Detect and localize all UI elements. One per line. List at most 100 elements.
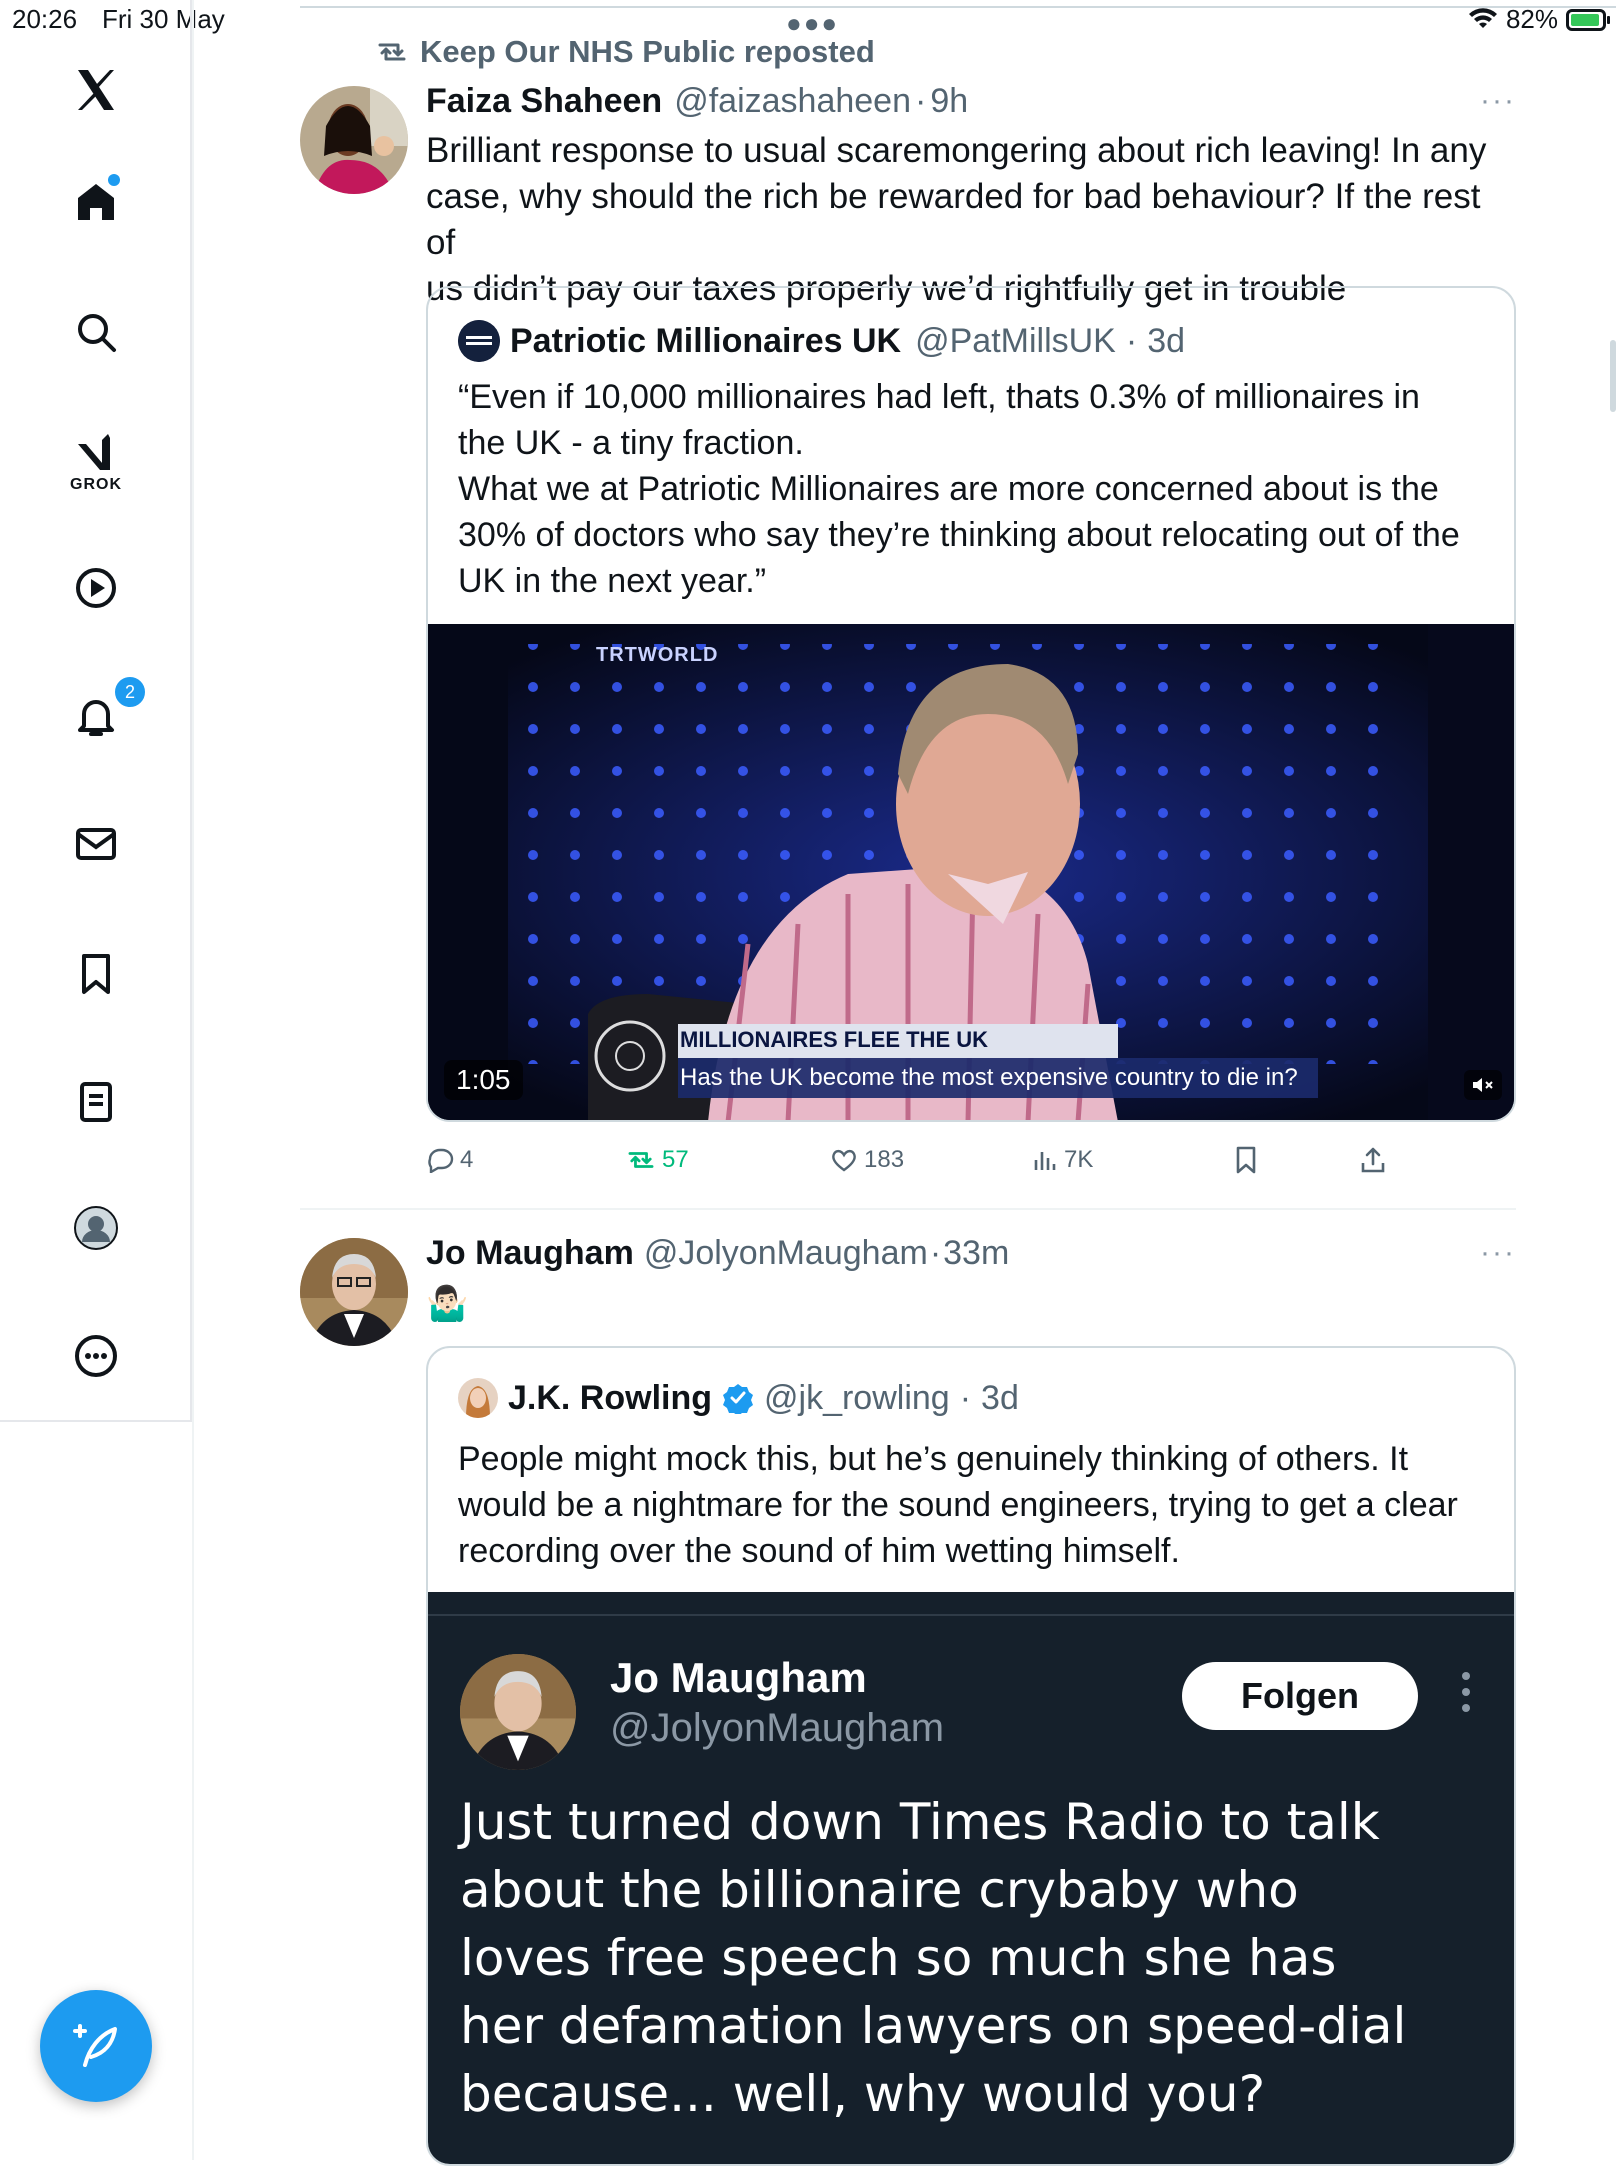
- quote-author-handle: @jk_rowling: [764, 1378, 950, 1417]
- trt-world-brand: TRTWORLD: [596, 644, 719, 666]
- tweet-separator: [300, 1208, 1516, 1210]
- video-duration: 1:05: [444, 1060, 523, 1100]
- tweet2-emoji: 🤷🏻‍♂️: [426, 1285, 469, 1323]
- like-button[interactable]: 183: [830, 1146, 904, 1174]
- video-player[interactable]: TRTWORLD MILLIONAIRES FLEE THE UK Has th…: [428, 624, 1514, 1120]
- grok-icon[interactable]: [68, 426, 124, 482]
- wifi-icon: [1468, 7, 1497, 28]
- search-icon[interactable]: [68, 304, 124, 360]
- like-count: 183: [864, 1146, 905, 1173]
- reply-icon: [428, 1148, 454, 1173]
- bookmark-button[interactable]: [1234, 1146, 1258, 1174]
- repost-icon: [628, 1152, 654, 1168]
- battery-icon: [1566, 8, 1610, 31]
- reply-button[interactable]: 4: [426, 1146, 473, 1174]
- follow-button: Folgen: [1182, 1662, 1418, 1730]
- quote-text: People might mock this, but he’s genuine…: [458, 1436, 1498, 1574]
- lists-icon[interactable]: [68, 1074, 124, 1130]
- views-button[interactable]: 7K: [1032, 1146, 1093, 1174]
- feed-top-divider: [300, 6, 1616, 8]
- text-line: loves free speech so much she has: [460, 1929, 1337, 1987]
- grok-label: GROK: [70, 476, 122, 493]
- compose-feather-icon: [73, 2024, 117, 2067]
- tweet1-action-bar: 4 57 183 7K: [426, 1146, 1516, 1186]
- repost-button[interactable]: 57: [626, 1146, 689, 1174]
- post-time[interactable]: 9h: [930, 82, 968, 121]
- profile-avatar-icon[interactable]: [68, 1200, 124, 1256]
- notifications-bell-icon[interactable]: 2: [68, 674, 148, 744]
- battery-percent: 82%: [1505, 4, 1558, 34]
- quote-tweet-card[interactable]: Patriotic Millionaires UK @PatMillsUK · …: [426, 286, 1516, 1122]
- tweet1-more-button[interactable]: ···: [1480, 84, 1516, 118]
- quote-author-name: J.K. Rowling: [508, 1378, 712, 1417]
- meta-dot: ·: [959, 1378, 972, 1417]
- messages-envelope-icon[interactable]: [68, 816, 124, 872]
- text-line: Just turned down Times Radio to talk: [460, 1793, 1380, 1851]
- quote-tweet-card[interactable]: J.K. Rowling @jk_rowling · 3d People mig…: [426, 1346, 1516, 2166]
- verified-badge-icon: [723, 1384, 753, 1414]
- home-icon[interactable]: [68, 174, 124, 230]
- repost-label: Keep Our NHS Public reposted: [420, 34, 875, 69]
- screenshot-divider: [428, 1614, 1514, 1616]
- text-line: would be a nightmare for the sound engin…: [458, 1486, 1458, 1524]
- text-line: UK in the next year.”: [458, 562, 767, 600]
- quote-author-name: Patriotic Millionaires UK: [510, 321, 902, 360]
- reply-count: 4: [460, 1146, 474, 1173]
- post-time[interactable]: 33m: [943, 1234, 1009, 1273]
- repost-count: 57: [662, 1146, 689, 1173]
- mute-button[interactable]: [1464, 1070, 1502, 1100]
- repost-context[interactable]: Keep Our NHS Public reposted: [376, 34, 875, 70]
- x-logo-icon[interactable]: [68, 62, 124, 118]
- quote-header: Patriotic Millionaires UK @PatMillsUK · …: [458, 320, 1185, 362]
- views-count: 7K: [1064, 1146, 1094, 1173]
- video-headline: MILLIONAIRES FLEE THE UK: [680, 1027, 988, 1052]
- share-button[interactable]: [1360, 1146, 1386, 1174]
- meta-dot: ·: [929, 1234, 942, 1272]
- sidebar-divider: [192, 0, 194, 2160]
- meta-dot: ·: [915, 82, 927, 120]
- avatar-jk-rowling: [458, 1378, 498, 1418]
- status-right: 82%: [1468, 4, 1610, 35]
- author-name[interactable]: Faiza Shaheen: [426, 82, 662, 121]
- quote-header: J.K. Rowling @jk_rowling · 3d: [458, 1378, 1019, 1418]
- tweet2-more-button[interactable]: ···: [1480, 1236, 1516, 1270]
- compose-post-button[interactable]: [40, 1990, 152, 2102]
- more-options-icon[interactable]: [68, 1328, 124, 1384]
- avatar-faiza-shaheen[interactable]: [300, 86, 408, 194]
- repost-icon: [378, 43, 406, 61]
- video-subline: Has the UK become the most expensive cou…: [680, 1064, 1298, 1091]
- text-line: recording over the sound of him wetting …: [458, 1532, 1180, 1570]
- views-bar-chart-icon: [1034, 1152, 1056, 1170]
- tweet1-header: Faiza Shaheen @faizashaheen · 9h: [426, 82, 968, 121]
- screenshot-avatar: [460, 1654, 576, 1770]
- text-line: Brilliant response to usual scaremongeri…: [426, 131, 1487, 170]
- tweet1-text: Brilliant response to usual scaremongeri…: [426, 128, 1516, 312]
- heart-icon: [832, 1149, 856, 1172]
- author-name[interactable]: Jo Maugham: [426, 1234, 634, 1273]
- author-handle[interactable]: @JolyonMaugham: [644, 1234, 928, 1273]
- text-line: because... well, why would you?: [460, 2065, 1266, 2123]
- text-line: about the billionaire crybaby who: [460, 1861, 1299, 1919]
- bookmarks-icon[interactable]: [68, 946, 124, 1002]
- sidebar: GROK 2: [0, 0, 192, 1422]
- text-line: “Even if 10,000 millionaires had left, t…: [458, 378, 1420, 416]
- patriotic-millionaires-logo: [458, 320, 500, 362]
- text-line: her defamation lawyers on speed-dial: [460, 1997, 1407, 2055]
- text-line: the UK - a tiny fraction.: [458, 424, 804, 462]
- screenshot-name: Jo Maugham: [610, 1654, 867, 1701]
- quote-time: 3d: [981, 1378, 1019, 1417]
- text-line: 30% of doctors who say they’re thinking …: [458, 516, 1460, 554]
- text-line: case, why should the rich be rewarded fo…: [426, 177, 1481, 262]
- scrollbar-thumb[interactable]: [1610, 340, 1616, 412]
- text-line: People might mock this, but he’s genuine…: [458, 1440, 1409, 1478]
- home-unread-dot: [108, 174, 120, 186]
- screenshot-text: Just turned down Times Radio to talk abo…: [460, 1788, 1490, 2128]
- embedded-screenshot-image[interactable]: Jo Maugham @JolyonMaugham Folgen Just tu…: [428, 1592, 1514, 2164]
- bookmark-icon: [1236, 1146, 1256, 1174]
- share-upload-icon: [1361, 1147, 1385, 1173]
- tweet2-header: Jo Maugham @JolyonMaugham · 33m: [426, 1234, 1009, 1273]
- author-handle[interactable]: @faizashaheen: [674, 82, 911, 121]
- video-play-icon[interactable]: [68, 560, 124, 616]
- avatar-jo-maugham[interactable]: [300, 1238, 408, 1346]
- text-line: What we at Patriotic Millionaires are mo…: [458, 470, 1439, 508]
